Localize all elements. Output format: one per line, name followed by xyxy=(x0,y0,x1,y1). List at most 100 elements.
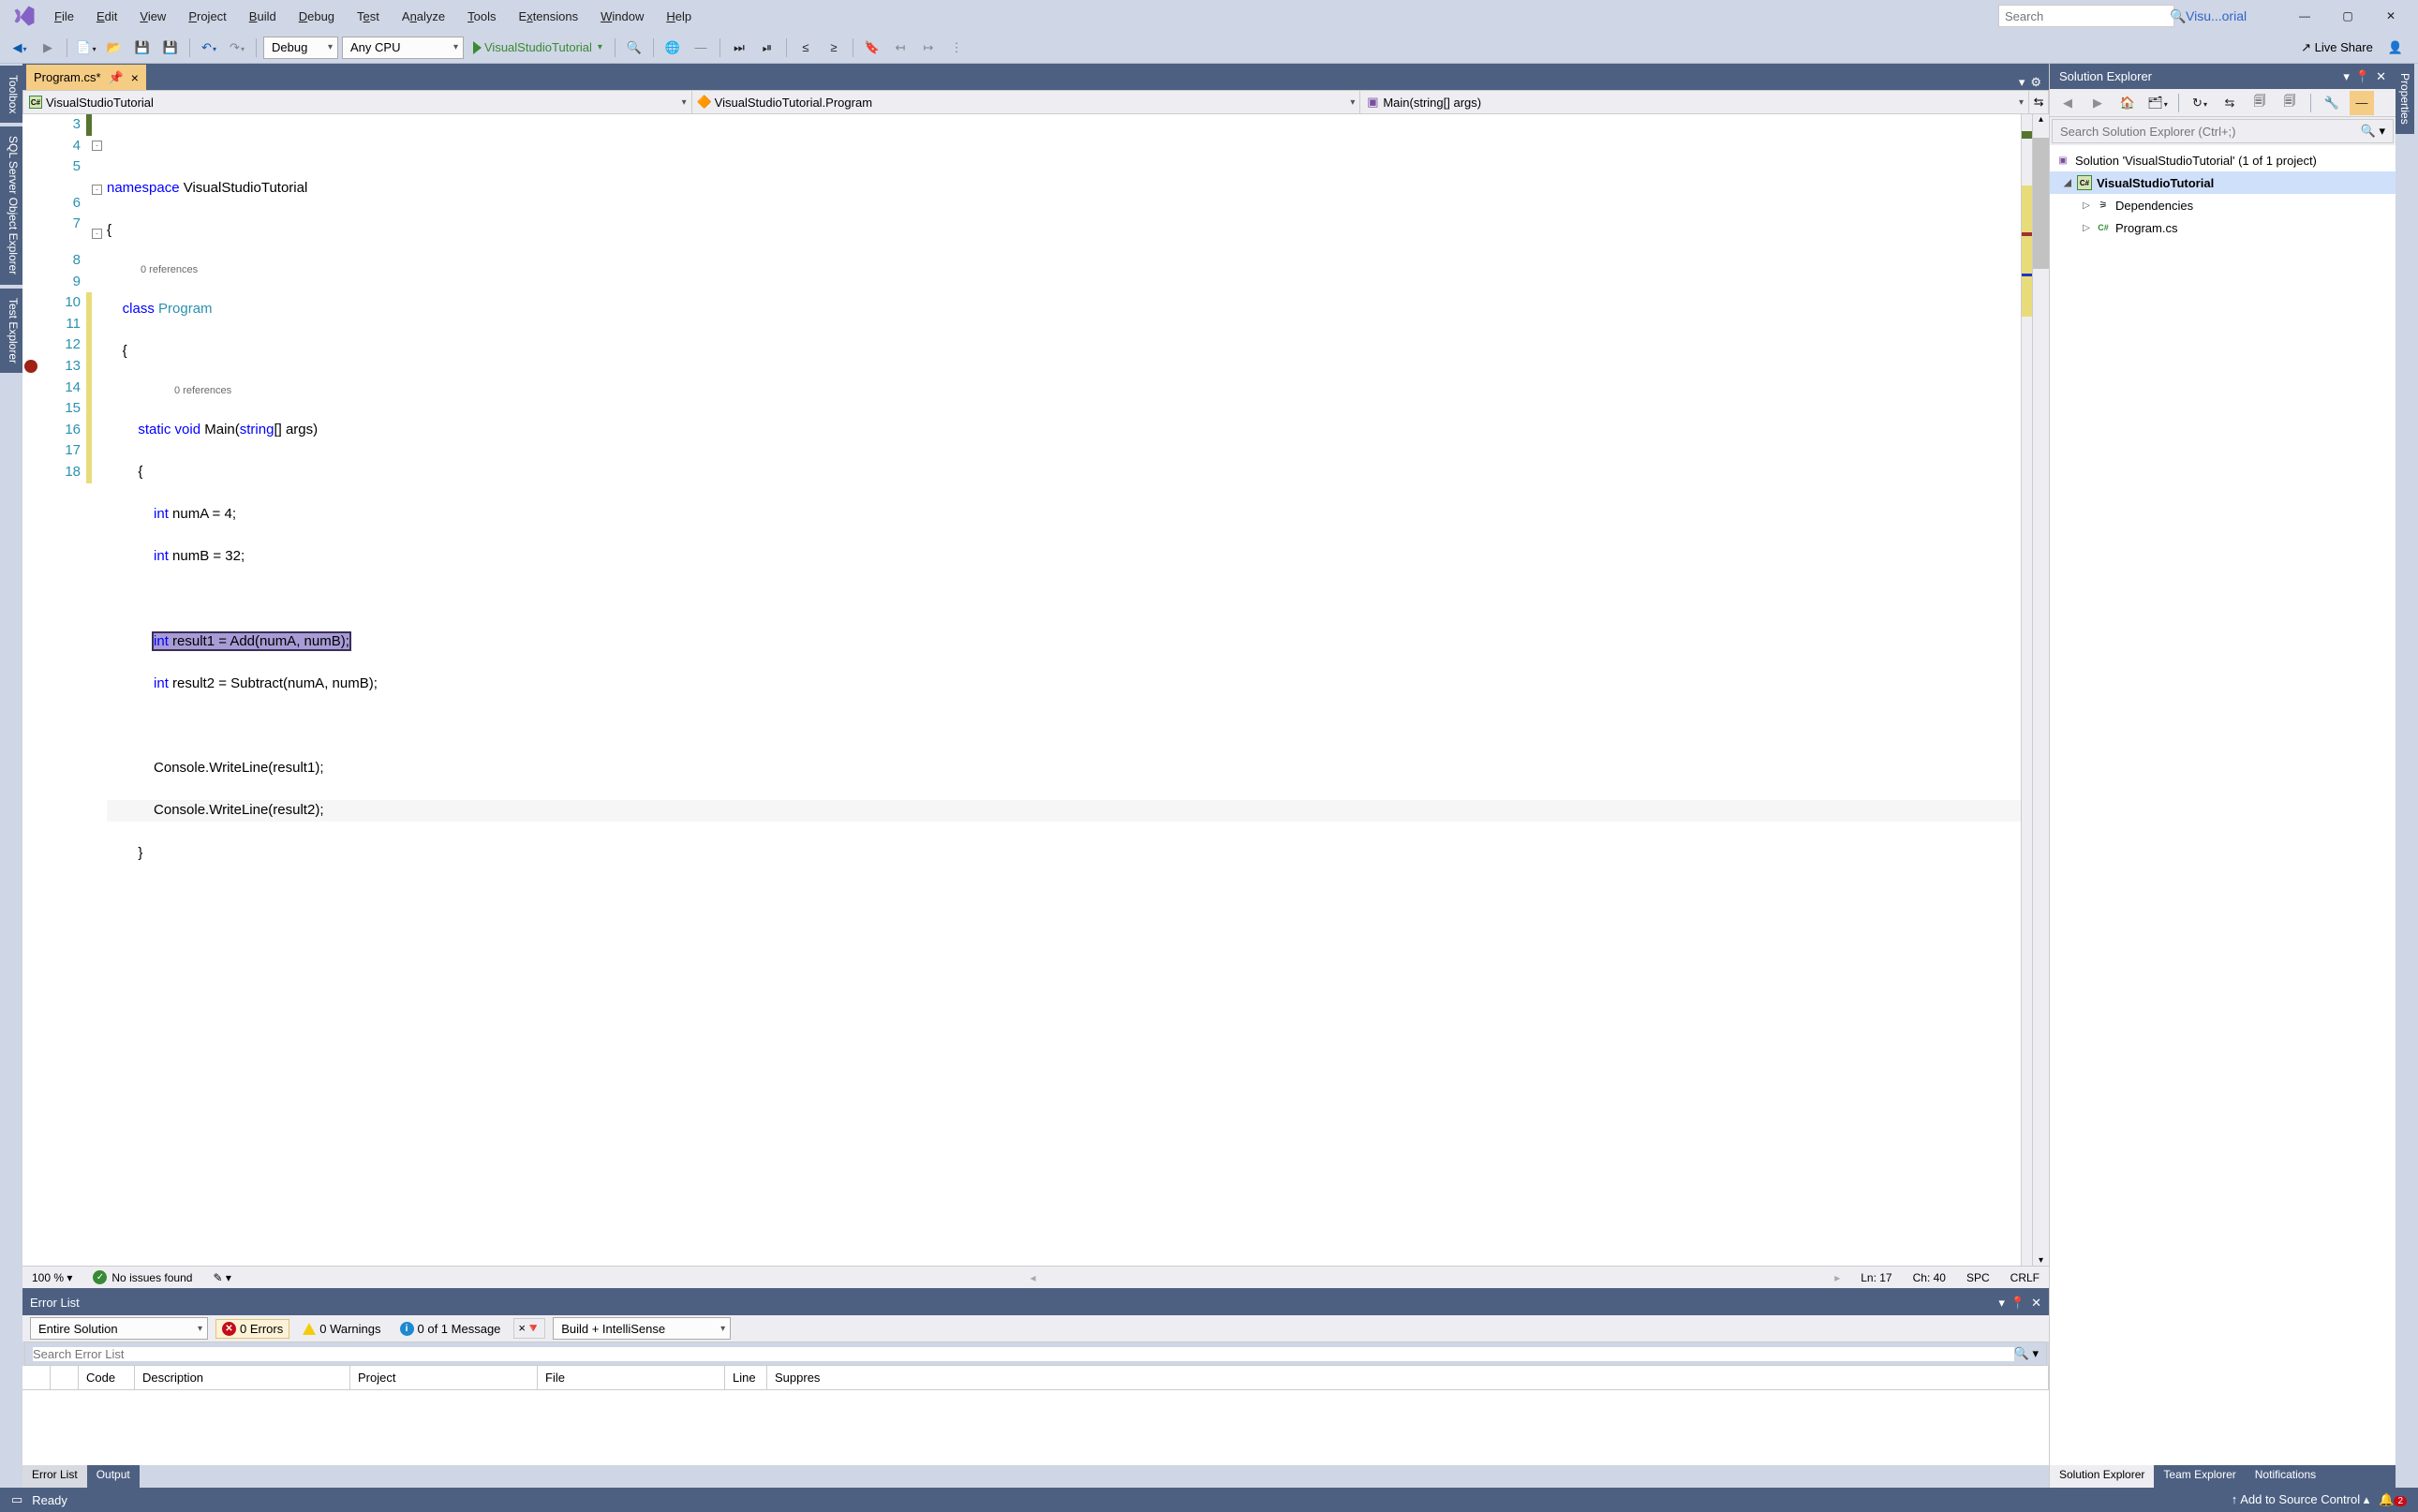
menu-view[interactable]: View xyxy=(128,4,177,29)
refresh-icon[interactable]: — xyxy=(689,36,713,60)
home-icon[interactable]: 🏠 xyxy=(2115,91,2140,115)
indent-mode[interactable]: SPC xyxy=(1966,1271,1990,1284)
editor-scrollbar[interactable]: ▴ ▾ xyxy=(2032,114,2049,1266)
nav-back-button[interactable]: ◀ xyxy=(7,36,32,60)
codelens[interactable]: 0 references xyxy=(107,383,2021,398)
sql-explorer-tab[interactable]: SQL Server Object Explorer xyxy=(0,126,22,284)
file-node[interactable]: ▷ C# Program.cs xyxy=(2050,216,2396,239)
error-table-header[interactable]: Code Description Project File Line Suppr… xyxy=(22,1366,2049,1390)
expander-icon[interactable]: ◢ xyxy=(2063,178,2072,188)
new-project-button[interactable]: 📄 xyxy=(74,36,98,60)
menu-tools[interactable]: Tools xyxy=(456,4,507,29)
solution-config-combo[interactable]: Debug xyxy=(263,37,338,59)
toolbox-tab[interactable]: Toolbox xyxy=(0,66,22,123)
test-explorer-tab[interactable]: Test Explorer xyxy=(0,289,22,373)
line-ending[interactable]: CRLF xyxy=(2010,1271,2040,1284)
tab-close-button[interactable]: × xyxy=(131,70,139,85)
project-node[interactable]: ◢ C# VisualStudioTutorial xyxy=(2050,171,2396,194)
browser-link-icon[interactable]: 🌐 xyxy=(660,36,685,60)
bottom-tab-errorlist[interactable]: Error List xyxy=(22,1465,87,1488)
start-debug-button[interactable]: VisualStudioTutorial ▾ xyxy=(467,37,608,59)
minimize-button[interactable]: — xyxy=(2283,2,2326,30)
tab-team-explorer[interactable]: Team Explorer xyxy=(2154,1465,2245,1488)
error-search[interactable]: 🔍 ▾ xyxy=(24,1342,2047,1366)
bookmark-next-icon[interactable]: ↦ xyxy=(916,36,941,60)
menu-project[interactable]: Project xyxy=(177,4,237,29)
menu-extensions[interactable]: Extensions xyxy=(508,4,590,29)
panel-pin-icon[interactable]: 📍 xyxy=(2010,1296,2025,1311)
properties-tab[interactable]: Properties xyxy=(2396,64,2414,134)
save-all-button[interactable]: 💾 xyxy=(158,36,183,60)
maximize-button[interactable]: ▢ xyxy=(2326,2,2369,30)
code-editor[interactable]: namespace VisualStudioTutorial { 0 refer… xyxy=(105,114,2021,1266)
close-button[interactable]: ✕ xyxy=(2369,2,2412,30)
clear-filter-icon[interactable]: ×🔻 xyxy=(513,1318,545,1339)
messages-filter[interactable]: i0 of 1 Message xyxy=(394,1320,507,1338)
outlining-margin[interactable]: - - - xyxy=(92,114,105,1266)
properties-icon[interactable]: 🔧 xyxy=(2320,91,2344,115)
solution-search[interactable]: 🔍 ▾ xyxy=(2052,119,2394,143)
menu-build[interactable]: Build xyxy=(238,4,288,29)
step-icon[interactable]: ⏭ xyxy=(727,36,751,60)
bookmark-clear-icon[interactable]: ⋮ xyxy=(944,36,969,60)
zoom-combo[interactable]: 100 % ▾ xyxy=(32,1271,72,1284)
show-all-icon[interactable]: 🗐 xyxy=(2247,91,2272,115)
dependencies-node[interactable]: ▷ ⚞ Dependencies xyxy=(2050,194,2396,216)
error-source-combo[interactable]: Build + IntelliSense xyxy=(553,1317,731,1340)
panel-close-icon[interactable]: ✕ xyxy=(2376,69,2386,84)
live-share-button[interactable]: ↗ Live Share xyxy=(2301,40,2373,55)
bottom-tab-output[interactable]: Output xyxy=(87,1465,140,1488)
source-control-button[interactable]: ↑ Add to Source Control ▴ xyxy=(2232,1492,2369,1507)
nav-project-combo[interactable]: C# VisualStudioTutorial xyxy=(22,90,691,114)
solution-tree[interactable]: ▣ Solution 'VisualStudioTutorial' (1 of … xyxy=(2050,145,2396,1465)
preview-icon[interactable]: 🗐 xyxy=(2277,91,2302,115)
save-button[interactable]: 💾 xyxy=(130,36,155,60)
indent-less-icon[interactable]: ≤ xyxy=(794,36,818,60)
nav-method-combo[interactable]: ▣ Main(string[] args) xyxy=(1359,90,2028,114)
step-over-icon[interactable]: ⏯ xyxy=(755,36,779,60)
forward-icon[interactable]: ▶ xyxy=(2085,91,2110,115)
panel-menu-icon[interactable]: ▾ xyxy=(2343,69,2350,84)
nav-class-combo[interactable]: 🔶 VisualStudioTutorial.Program xyxy=(691,90,1360,114)
pin-icon[interactable]: 📌 xyxy=(109,70,124,85)
solution-search-input[interactable] xyxy=(2060,125,2361,139)
menu-help[interactable]: Help xyxy=(655,4,703,29)
breakpoint-icon[interactable] xyxy=(24,360,37,373)
codelens[interactable]: 0 references xyxy=(107,262,2021,277)
menu-analyze[interactable]: Analyze xyxy=(391,4,456,29)
errors-filter[interactable]: ✕0 Errors xyxy=(215,1319,289,1339)
quick-launch-input[interactable] xyxy=(2005,9,2170,23)
tab-settings-icon[interactable]: ⚙ xyxy=(2030,75,2041,90)
tab-notifications[interactable]: Notifications xyxy=(2246,1465,2325,1488)
warnings-filter[interactable]: 0 Warnings xyxy=(297,1320,386,1338)
solution-node[interactable]: ▣ Solution 'VisualStudioTutorial' (1 of … xyxy=(2050,149,2396,171)
sync-icon[interactable]: 🗂 xyxy=(2145,91,2170,115)
refresh-icon[interactable]: ↻ xyxy=(2188,91,2212,115)
account-icon[interactable]: 👤 xyxy=(2388,40,2403,55)
panel-menu-icon[interactable]: ▾ xyxy=(1998,1296,2005,1311)
indent-more-icon[interactable]: ≥ xyxy=(822,36,846,60)
expander-icon[interactable]: ▷ xyxy=(2082,223,2091,233)
split-editor-icon[interactable]: ⇆ xyxy=(2028,90,2049,114)
health-indicator-icon[interactable]: ✎ ▾ xyxy=(213,1271,230,1284)
menu-debug[interactable]: Debug xyxy=(288,4,346,29)
document-tab[interactable]: Program.cs* 📌 × xyxy=(26,65,146,90)
menu-file[interactable]: File xyxy=(43,4,85,29)
menu-test[interactable]: Test xyxy=(346,4,391,29)
bookmark-icon[interactable]: 🔖 xyxy=(860,36,884,60)
panel-close-icon[interactable]: ✕ xyxy=(2031,1296,2041,1311)
notifications-button[interactable]: 🔔2 xyxy=(2379,1492,2407,1507)
back-icon[interactable]: ◀ xyxy=(2055,91,2080,115)
menu-edit[interactable]: Edit xyxy=(85,4,128,29)
tab-overflow-icon[interactable]: ▾ xyxy=(2019,75,2025,90)
hscroll-left-icon[interactable]: ◂ xyxy=(252,1271,1814,1284)
nav-forward-button[interactable]: ▶ xyxy=(36,36,60,60)
hscroll-right-icon[interactable]: ▸ xyxy=(1834,1271,1840,1284)
error-scope-combo[interactable]: Entire Solution xyxy=(30,1317,208,1340)
find-in-files-icon[interactable]: 🔍 xyxy=(622,36,646,60)
bookmark-prev-icon[interactable]: ↤ xyxy=(888,36,912,60)
collapse-icon[interactable]: ⇆ xyxy=(2218,91,2242,115)
breakpoint-margin[interactable] xyxy=(22,114,39,1266)
error-search-input[interactable] xyxy=(33,1347,2014,1361)
menu-window[interactable]: Window xyxy=(589,4,655,29)
